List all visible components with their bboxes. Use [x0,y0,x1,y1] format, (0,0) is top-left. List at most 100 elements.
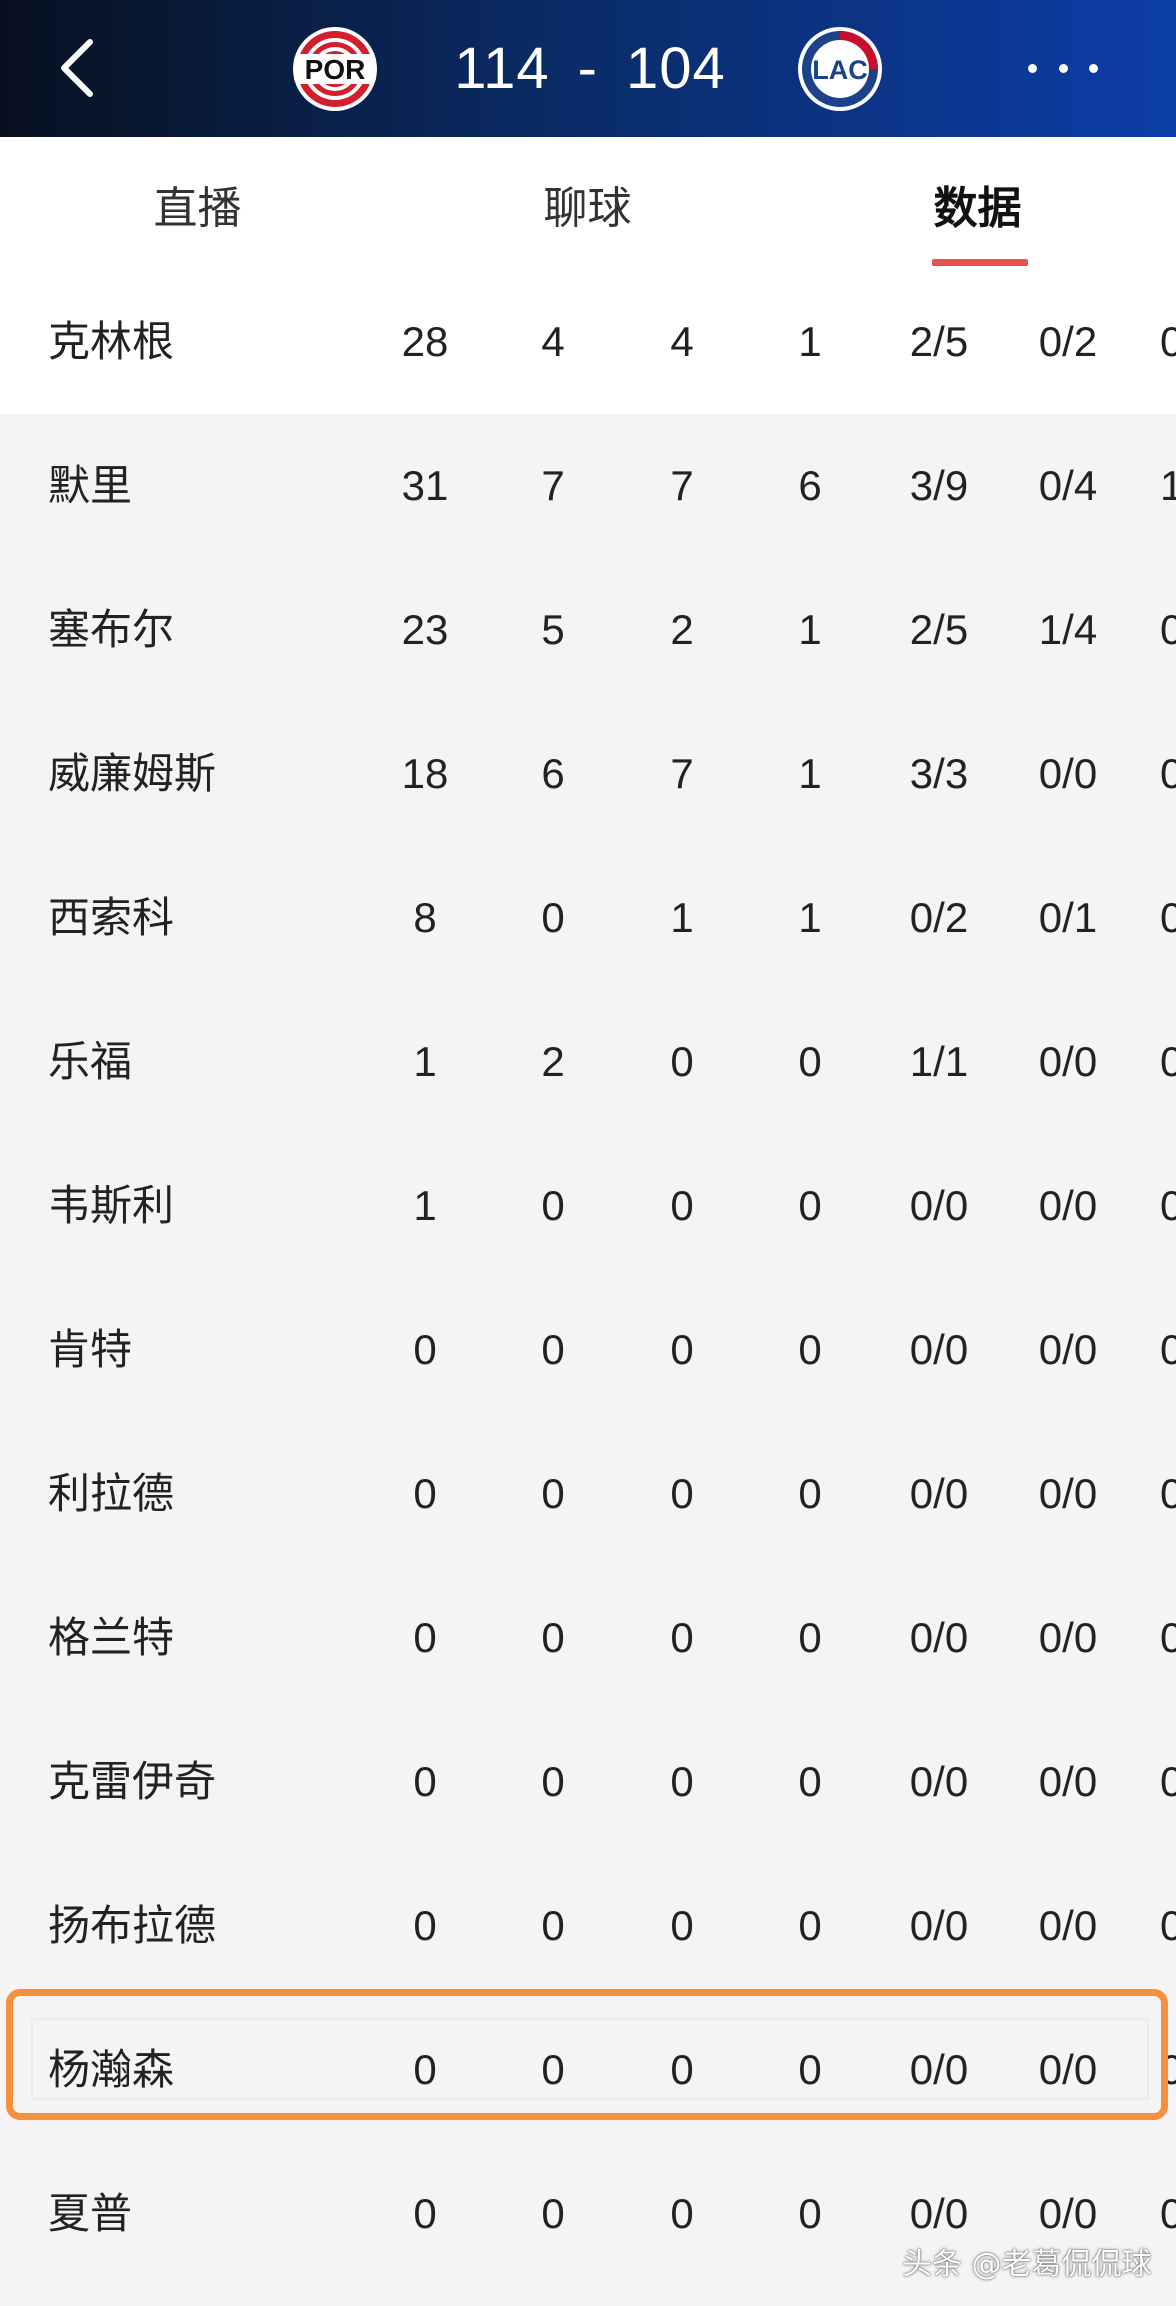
stat-cell: 0 [1160,2190,1176,2237]
stat-cell: 0/2 [1038,318,1098,365]
stat-cell: 0/0 [1038,2046,1098,2093]
player-name: 利拉德 [48,1469,175,1518]
away-score: 104 [626,35,726,101]
tab-chat[interactable]: 聊球 [500,137,675,270]
stat-cell: 0/0 [1038,1182,1098,1229]
stat-cell: 0 [798,1038,822,1085]
stat-cell: 2/5 [909,318,969,365]
stat-cell: 0 [1160,1326,1176,1373]
table-row[interactable]: 克雷伊奇 0 0 0 0 0/0 0/0 0 [0,1710,1176,1854]
stat-cell: 0/1 [1038,894,1098,941]
stat-cell: 8 [413,894,437,941]
stat-cell: 0 [541,1470,565,1517]
stat-cell: 3/9 [909,462,969,509]
table-row[interactable]: 格兰特 0 0 0 0 0/0 0/0 0 [0,1566,1176,1710]
active-tab-indicator [932,259,1028,266]
stat-cell: 0 [798,1758,822,1805]
stat-cell: 0 [670,1038,694,1085]
table-row[interactable]: 默里 31 7 7 6 3/9 0/4 1 [0,414,1176,558]
team-logo-por[interactable]: POR [292,26,378,112]
stat-cell: 5 [541,606,565,653]
stat-cell: 0 [541,1758,565,1805]
player-name: 西索科 [48,893,175,942]
table-row[interactable]: 利拉德 0 0 0 0 0/0 0/0 0 [0,1422,1176,1566]
team-logo-lac[interactable]: LAC [797,26,883,112]
game-score: 114 - 104 [440,30,740,106]
stat-cell: 0 [670,1614,694,1661]
player-name: 默里 [48,461,133,510]
tab-bar: 直播 聊球 数据 [0,137,1176,271]
stat-cell: 0/0 [1038,1470,1098,1517]
table-row[interactable]: 韦斯利 1 0 0 0 0/0 0/0 0 [0,1134,1176,1278]
table-row[interactable]: 威廉姆斯 18 6 7 1 3/3 0/0 0 [0,702,1176,846]
table-row[interactable]: 西索科 8 0 1 1 0/2 0/1 0 [0,846,1176,990]
score-separator: - [577,35,598,101]
stat-cell: 1 [798,606,822,653]
stat-cell: 0 [413,1470,437,1517]
home-score: 114 [454,35,550,101]
stat-cell: 1 [798,894,822,941]
stat-cell: 1 [670,894,694,941]
stat-cell: 0 [541,1182,565,1229]
stat-cell: 0/0 [909,1902,969,1949]
stat-cell: 6 [798,462,822,509]
stat-cell: 0 [1160,1470,1176,1517]
player-name: 夏普 [48,2189,133,2238]
stat-cell: 0 [1160,1902,1176,1949]
por-logo-icon: POR [293,27,377,111]
stat-cell: 0 [798,1326,822,1373]
more-button[interactable] [1028,48,1098,88]
back-button[interactable] [50,32,110,104]
stat-cell: 0/0 [909,1614,969,1661]
more-dot [1058,63,1068,73]
table-row[interactable]: 肯特 0 0 0 0 0/0 0/0 0 [0,1278,1176,1422]
svg-text:POR: POR [305,54,366,85]
table-row[interactable]: 乐福 1 2 0 0 1/1 0/0 0 [0,990,1176,1134]
stat-cell: 0 [670,2046,694,2093]
tab-live[interactable]: 直播 [110,137,285,270]
stat-cell: 0 [1160,1038,1176,1085]
svg-text:LAC: LAC [812,55,868,85]
stat-cell: 1 [798,750,822,797]
player-name: 乐福 [48,1037,133,1086]
player-name: 威廉姆斯 [48,749,217,798]
stat-cell: 0 [670,1470,694,1517]
stat-cell: 0 [413,1902,437,1949]
stat-cell: 6 [541,750,565,797]
player-name: 杨瀚森 [48,2045,175,2094]
tab-stats[interactable]: 数据 [890,137,1065,270]
stat-cell: 0 [670,1182,694,1229]
stat-cell: 0 [798,2046,822,2093]
stat-cell: 0 [670,1758,694,1805]
stat-cell: 0/4 [1038,462,1098,509]
stat-cell: 1 [413,1182,437,1229]
stat-cell: 0/0 [909,1326,969,1373]
stat-cell: 0 [1160,894,1176,941]
player-name: 格兰特 [48,1613,175,1662]
stat-cell: 0 [1160,606,1176,653]
stat-cell: 28 [401,318,449,365]
stat-cell: 2/5 [909,606,969,653]
stat-cell: 0/0 [1038,1614,1098,1661]
stat-cell: 0 [541,1902,565,1949]
table-row[interactable]: 克林根 28 4 4 1 2/5 0/2 0 [0,270,1176,414]
stat-cell: 0/0 [909,2046,969,2093]
table-row[interactable]: 杨瀚森 0 0 0 0 0/0 0/0 0 [0,1998,1176,2142]
stat-cell: 0 [1160,1182,1176,1229]
stat-cell: 0 [541,2190,565,2237]
stat-cell: 18 [401,750,449,797]
table-row[interactable]: 扬布拉德 0 0 0 0 0/0 0/0 0 [0,1854,1176,1998]
stat-cell: 0 [541,1326,565,1373]
stat-cell: 0 [1160,750,1176,797]
table-row[interactable]: 塞布尔 23 5 2 1 2/5 1/4 0 [0,558,1176,702]
player-name: 肯特 [48,1325,133,1374]
stat-cell: 0 [541,2046,565,2093]
stat-cell: 0 [413,2046,437,2093]
stat-cell: 0/0 [909,1470,969,1517]
stat-cell: 3/3 [909,750,969,797]
more-horizontal-icon [1028,63,1037,73]
stat-cell: 0 [413,1614,437,1661]
stat-cell: 0 [1160,1614,1176,1661]
stat-cell: 1/4 [1038,606,1098,653]
watermark: 头条 @老葛侃侃球 [902,2247,1152,2282]
